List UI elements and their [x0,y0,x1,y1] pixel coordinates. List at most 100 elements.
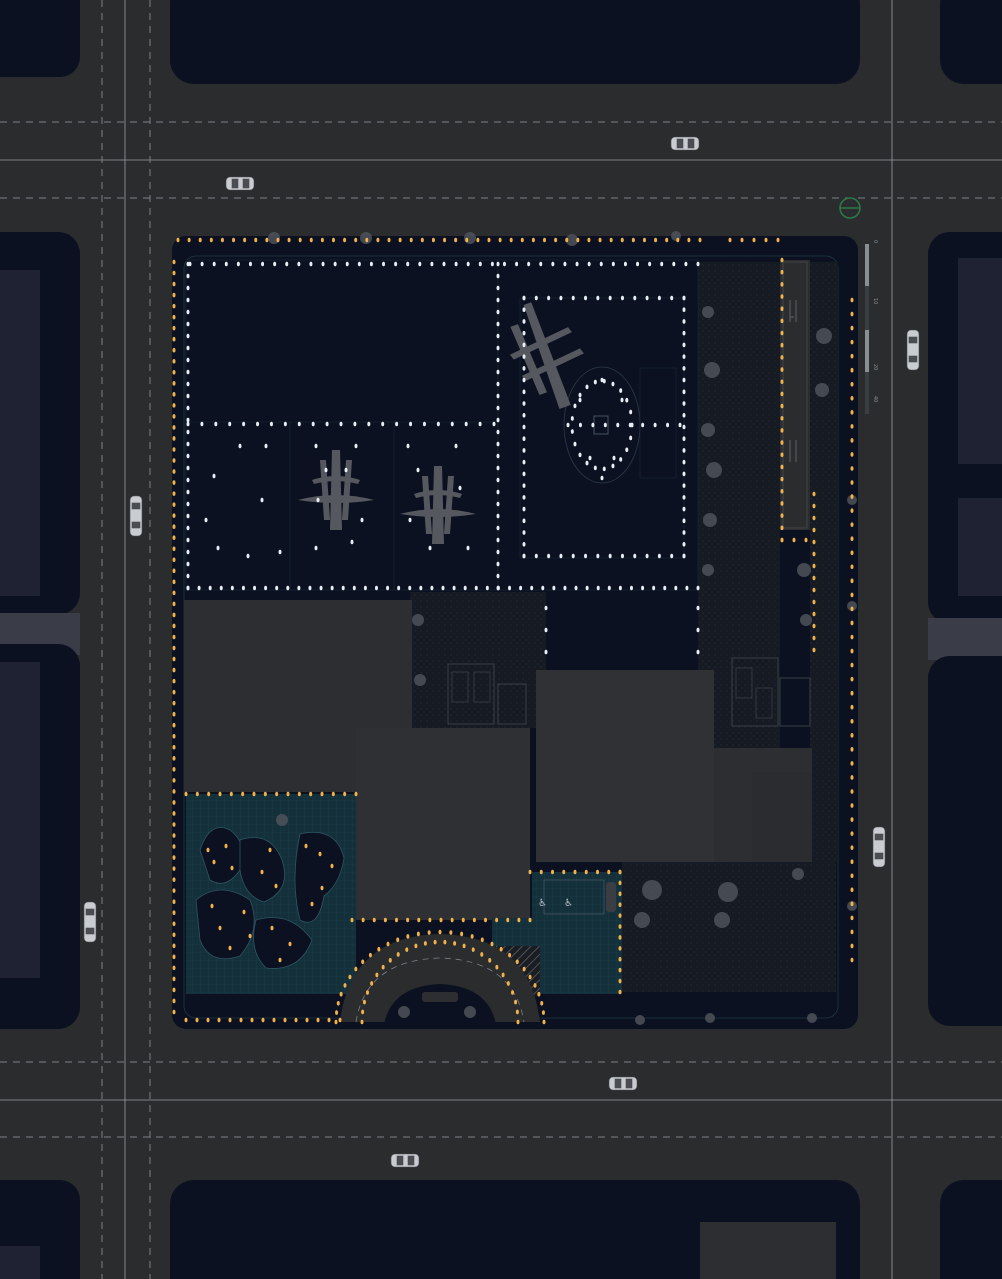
cool-light-icon [570,429,574,434]
tree-icon [634,912,650,928]
warm-light-icon [850,831,854,836]
warm-light-icon [172,358,176,364]
warm-light-icon [361,959,365,965]
block-top-left [0,0,80,77]
warm-light-icon [217,1017,221,1023]
cool-light-icon [682,377,686,383]
warm-light-icon [522,966,526,972]
warm-light-icon [172,502,176,507]
cool-light-icon [522,307,526,313]
warm-light-icon [427,930,431,935]
playground[interactable] [186,794,356,994]
cool-light-icon [428,545,432,551]
warm-light-icon [443,939,447,945]
cool-light-icon [611,261,615,267]
cool-light-icon [619,457,623,462]
cool-light-icon [238,443,242,449]
tree-icon [815,383,829,397]
warm-light-icon [812,623,816,629]
cool-light-icon [522,319,526,324]
wheelchair-icon: ♿ [564,898,573,909]
cool-light-icon [496,513,500,519]
cool-light-icon [321,261,325,267]
cool-light-icon [522,354,526,359]
cool-light-icon [575,261,579,267]
cool-light-icon [496,441,500,447]
block-left-lower-building [0,662,40,978]
cool-light-icon [682,495,686,500]
cool-light-icon [611,381,615,387]
warm-light-icon [472,917,476,923]
warm-light-icon [172,822,176,827]
warm-light-icon [515,1009,519,1015]
warm-light-icon [172,480,176,485]
cool-light-icon [585,384,589,390]
cool-light-icon [324,467,328,473]
cool-light-icon [682,436,686,442]
cool-light-icon [653,422,657,428]
warm-light-icon [172,921,176,927]
pavilion-north[interactable] [546,600,698,670]
warm-light-icon [618,902,622,908]
warm-light-icon [184,791,188,797]
cool-light-icon [382,261,386,267]
cool-light-icon [409,421,413,427]
warm-light-icon [330,863,334,869]
cool-light-icon [416,467,420,473]
warm-light-icon [654,237,658,243]
block-bottom-center-building [700,1222,836,1279]
entrance-canopy [422,992,458,1002]
cool-light-icon [367,421,371,427]
cool-light-icon [496,393,500,399]
site-plan-map[interactable]: ⇧ ♿ ♿ 0 10 20 40 [0,0,1002,1279]
cool-light-icon [452,585,456,591]
warm-light-icon [288,941,292,947]
cool-light-icon [599,261,603,267]
cool-light-icon [186,441,190,447]
cool-light-icon [186,453,190,459]
cool-light-icon [297,421,301,427]
warm-light-icon [596,869,599,875]
warm-light-icon [298,237,302,243]
warm-light-icon [850,325,854,331]
warm-light-icon [780,330,784,336]
warm-light-icon [417,917,421,923]
warm-light-icon [439,917,443,923]
warm-light-icon [309,237,313,243]
warm-light-icon [465,237,469,243]
cool-light-icon [186,561,190,567]
warm-light-icon [780,440,784,445]
warm-light-icon [573,869,577,875]
warm-light-icon [687,237,691,243]
warm-light-icon [476,237,480,243]
warm-light-icon [487,237,491,243]
warm-light-icon [780,452,784,458]
cool-light-icon [496,417,500,423]
warm-light-icon [780,489,784,494]
warm-light-icon [406,917,410,923]
warm-light-icon [850,789,854,794]
cool-light-icon [406,261,410,267]
warm-light-icon [305,1017,309,1023]
cool-light-icon [186,537,190,543]
cool-light-icon [261,261,265,267]
warm-light-icon [343,983,347,988]
cool-light-icon [256,421,260,427]
tree-icon [816,328,832,344]
warm-light-icon [172,733,176,739]
warm-light-icon [218,925,222,931]
cool-light-icon [186,393,190,399]
warm-light-icon [850,648,854,654]
building-east[interactable] [536,670,714,862]
cool-light-icon [219,585,223,591]
warm-light-icon [172,789,176,794]
warm-light-icon [420,237,424,243]
tree-icon [800,614,812,626]
cool-light-icon [578,397,582,403]
block-top-right [940,0,1002,84]
warm-light-icon [172,811,176,816]
cool-light-icon [534,553,538,559]
warm-light-icon [461,917,465,923]
warm-light-icon [172,601,176,607]
building-central[interactable] [356,728,530,920]
